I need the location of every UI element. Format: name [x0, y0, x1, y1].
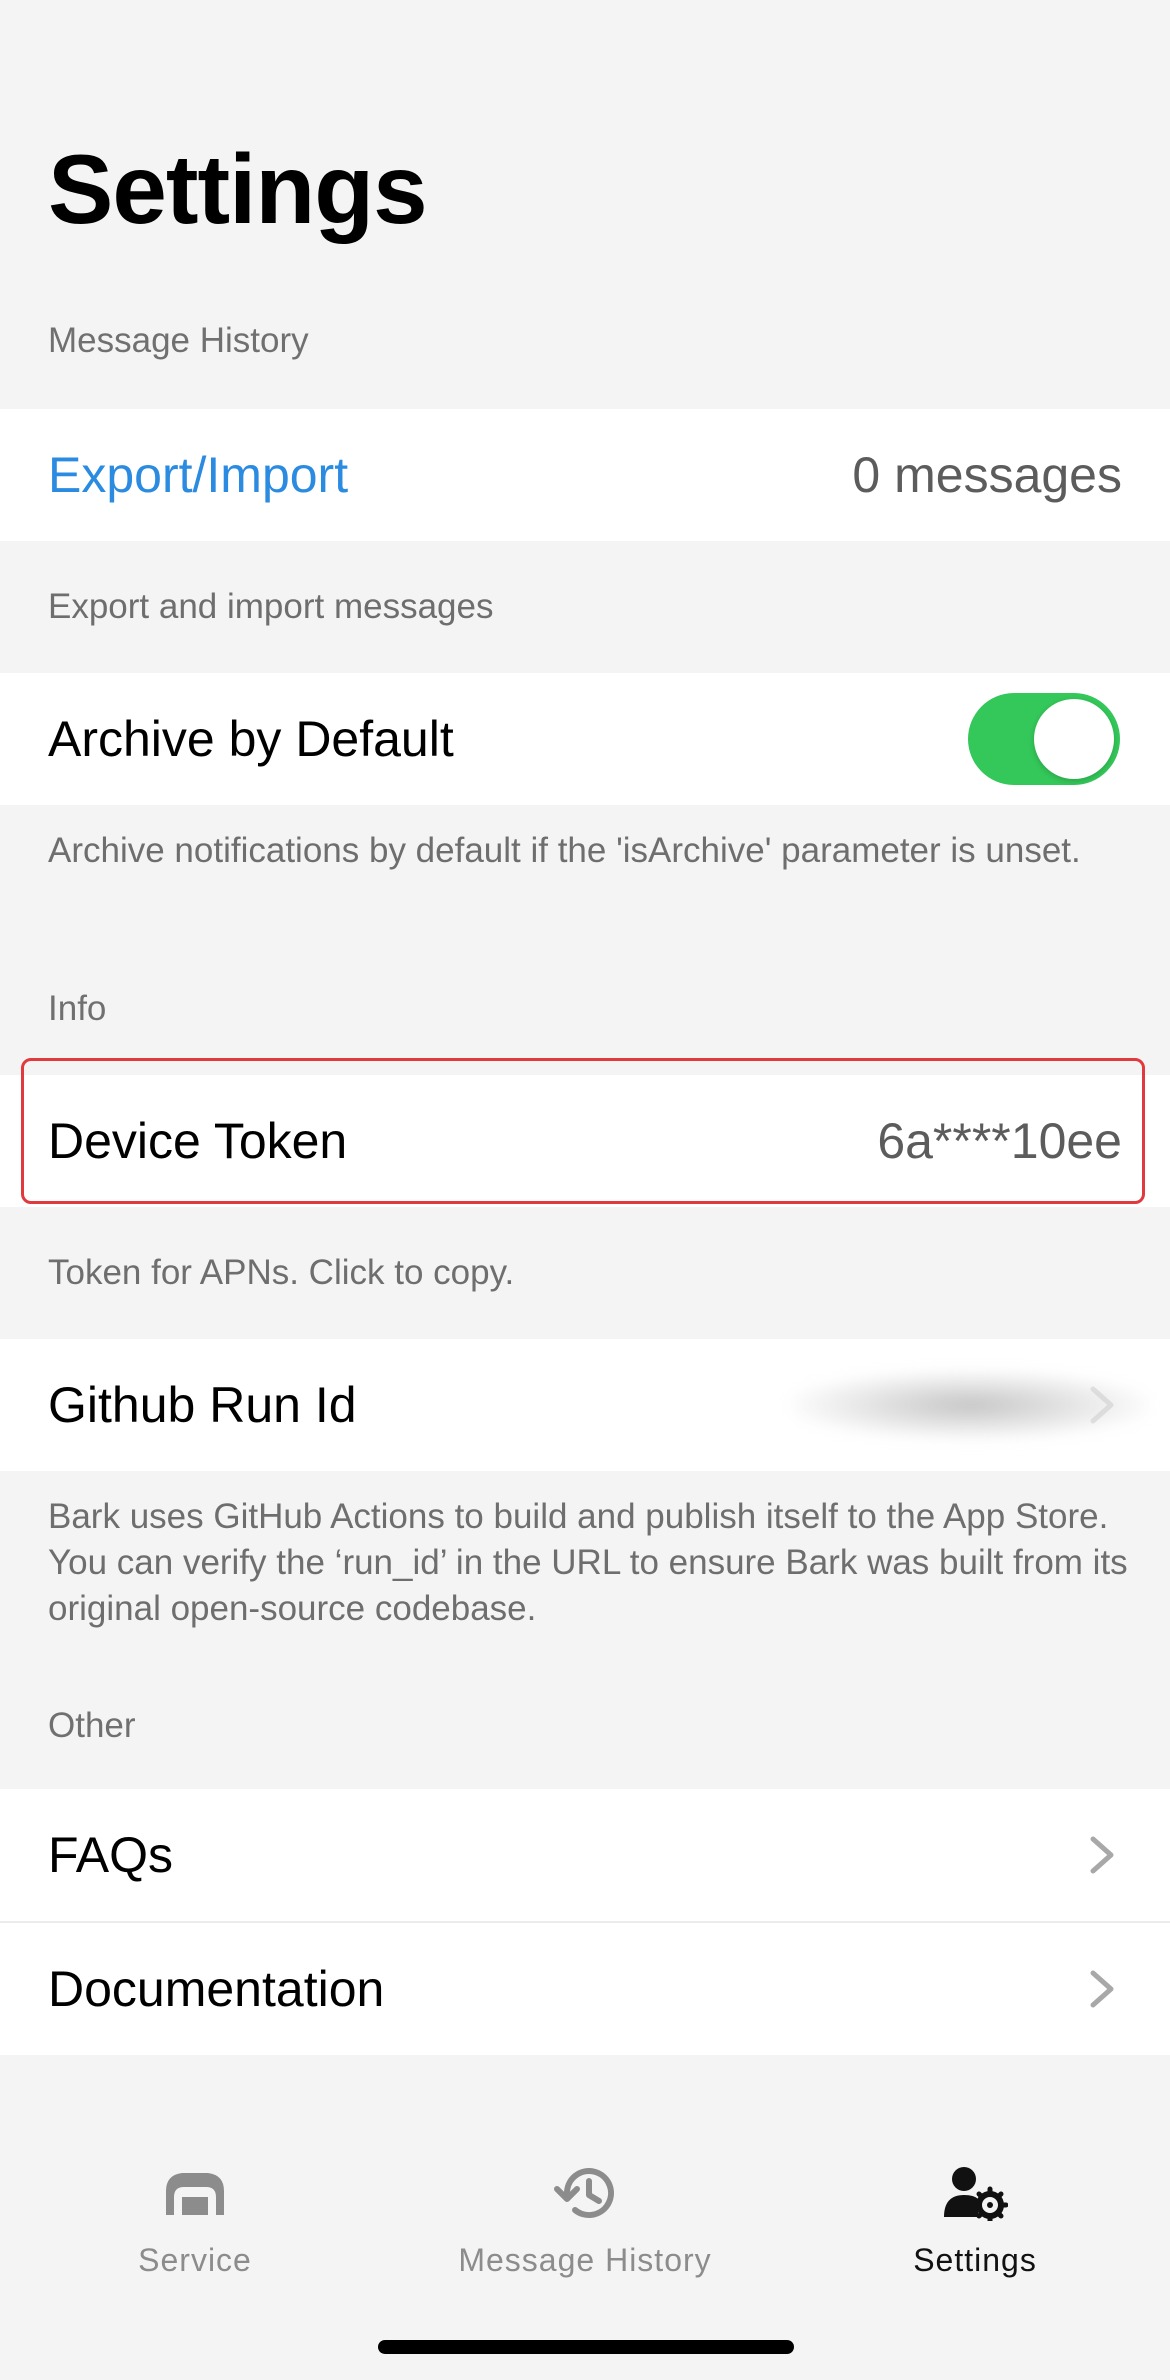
device-token-label: Device Token — [48, 1113, 348, 1169]
chevron-right-icon — [1082, 1835, 1122, 1875]
settings-icon — [940, 2158, 1010, 2228]
service-icon — [160, 2158, 230, 2228]
redacted-run-id-value — [790, 1370, 1150, 1440]
archive-by-default-label: Archive by Default — [48, 711, 454, 767]
documentation-label: Documentation — [48, 1961, 385, 2017]
export-import-footer: Export and import messages — [48, 587, 494, 626]
tab-service[interactable]: Service — [0, 2158, 390, 2279]
tab-message-history[interactable]: Message History — [390, 2158, 780, 2279]
home-indicator[interactable] — [378, 2340, 794, 2354]
device-token-row[interactable]: Device Token 6a****10ee — [0, 1075, 1170, 1207]
device-token-value: 6a****10ee — [877, 1113, 1122, 1169]
archive-by-default-row: Archive by Default — [0, 673, 1170, 805]
settings-screen: Settings Message History Export/Import 0… — [0, 0, 1170, 2380]
tab-message-history-label: Message History — [458, 2242, 712, 2278]
tab-settings[interactable]: Settings — [780, 2158, 1170, 2279]
faqs-label: FAQs — [48, 1827, 174, 1883]
device-token-footer: Token for APNs. Click to copy. — [48, 1253, 515, 1292]
archive-by-default-toggle[interactable] — [968, 693, 1120, 785]
page-title: Settings — [48, 134, 428, 244]
tab-service-label: Service — [138, 2242, 252, 2278]
toggle-knob — [1034, 699, 1114, 779]
github-run-id-label: Github Run Id — [48, 1377, 357, 1433]
export-import-row[interactable]: Export/Import 0 messages — [0, 409, 1170, 541]
github-run-id-footer: Bark uses GitHub Actions to build and pu… — [48, 1497, 1128, 1628]
export-import-link[interactable]: Export/Import — [48, 446, 348, 504]
faqs-row[interactable]: FAQs — [0, 1789, 1170, 1921]
chevron-right-icon — [1082, 1969, 1122, 2009]
section-header-info: Info — [48, 989, 107, 1028]
section-header-other: Other — [48, 1706, 136, 1745]
section-header-message-history: Message History — [48, 321, 309, 360]
documentation-row[interactable]: Documentation — [0, 1923, 1170, 2055]
message-count: 0 messages — [852, 447, 1122, 503]
tab-settings-label: Settings — [913, 2242, 1037, 2278]
history-icon — [550, 2158, 620, 2228]
archive-footer: Archive notifications by default if the … — [48, 831, 1081, 870]
